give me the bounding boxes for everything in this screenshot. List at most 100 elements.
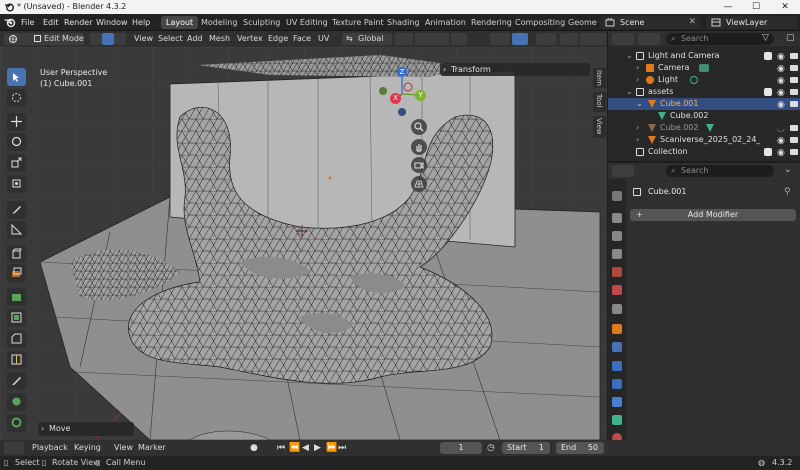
dropdown-icon[interactable]: ⌄ [784,165,792,175]
object-properties-tab[interactable] [612,324,622,334]
edge-select-button[interactable] [102,33,114,45]
tool-move[interactable] [7,113,26,131]
tool-inset[interactable] [7,309,26,327]
timeline-editor-type[interactable] [4,442,24,454]
chevron-right-icon[interactable]: › [636,74,639,86]
tab-sculpting[interactable]: Sculpting [238,16,285,29]
exclude-checkbox[interactable] [764,148,772,156]
jump-end-icon[interactable]: ⏭ [338,442,346,454]
render-camera-icon[interactable] [790,89,798,95]
light-data-icon[interactable] [690,76,698,84]
physics-properties-tab[interactable] [612,379,622,389]
outliner-search-input[interactable]: ⌕ Search [666,33,774,45]
render-camera-icon[interactable] [790,101,798,107]
jump-keyframe-forward-icon[interactable]: ⏩ [326,442,337,454]
scene-properties-tab[interactable] [612,267,622,277]
render-camera-icon[interactable] [790,149,798,155]
record-icon[interactable]: ● [250,442,258,454]
render-camera-icon[interactable] [790,77,798,83]
world-properties-tab[interactable] [612,285,622,295]
outliner-item[interactable]: Collection ◉ [608,146,800,158]
tab-uv-editing[interactable]: UV Editing [281,16,333,29]
pin-icon[interactable]: ⚲ [784,187,791,197]
view-layer-properties-tab[interactable] [612,249,622,259]
tab-tool[interactable]: Tool [593,92,606,112]
exclude-checkbox[interactable] [764,52,772,60]
menu-mesh[interactable]: Mesh [209,33,230,45]
outliner-item[interactable]: › Light ◉ [608,74,800,86]
menu-uv[interactable]: UV [318,33,329,45]
properties-search-input[interactable]: ⌕ Search [666,165,774,177]
new-collection-icon[interactable]: ▢ [786,33,795,43]
tool-poly-build[interactable] [7,393,26,411]
tab-geometry-nodes[interactable]: Geome [563,16,602,29]
play-icon[interactable]: ▶ [314,442,321,454]
gizmo-x-axis[interactable]: X [390,93,401,104]
tool-add-cube[interactable] [7,245,26,263]
menu-render[interactable]: Render [62,16,94,29]
3d-viewport[interactable]: Z X Y User Perspective (1) Cube.001 [0,47,607,440]
menu-window[interactable]: Window [94,16,130,29]
visibility-selector[interactable] [490,33,510,45]
gizmo-y-axis[interactable]: Y [415,90,426,101]
chevron-down-icon[interactable]: ⌄ [626,50,633,62]
chevron-down-icon[interactable]: ⌄ [636,98,643,110]
constraints-properties-tab[interactable] [612,397,622,407]
current-frame-field[interactable]: 1 [440,442,482,454]
menu-help[interactable]: Help [130,16,152,29]
tool-transform[interactable] [7,175,26,193]
menu-select[interactable]: Select [158,33,183,45]
outliner-item[interactable]: › Camera ◉ [608,62,800,74]
chevron-right-icon[interactable]: › [636,62,639,74]
filter-icon[interactable]: ▽ [762,33,769,43]
minimize-button[interactable]: — [714,0,742,14]
menu-file[interactable]: File [19,16,36,29]
pivot-selector[interactable] [395,33,413,45]
display-mode-selector[interactable] [638,33,660,45]
gizmo-toggle[interactable] [512,33,528,45]
tab-texture-paint[interactable]: Texture Paint [327,16,389,29]
render-properties-tab[interactable] [612,213,622,223]
tab-view[interactable]: View [593,116,606,138]
menu-marker[interactable]: Marker [138,442,166,454]
tool-bevel[interactable] [7,330,26,348]
menu-vertex[interactable]: Vertex [237,33,263,45]
xray-toggle[interactable] [560,33,578,45]
tool-select-box[interactable] [7,68,26,86]
tool-extrude-region[interactable] [7,288,26,306]
shading-selector[interactable] [580,33,606,45]
tool-rotate[interactable] [7,133,26,151]
tool-spin[interactable] [7,414,26,432]
proportional-editing-toggle[interactable] [451,33,467,45]
start-frame-field[interactable]: Start 1 [502,442,550,454]
outliner-item-selected[interactable]: ⌄ Cube.001 ◉ [608,98,800,110]
outliner-item[interactable]: Cube.002 [608,110,800,122]
particles-properties-tab[interactable] [612,361,622,371]
tab-item[interactable]: Item [593,68,606,88]
render-camera-icon[interactable] [790,53,798,59]
outliner-item[interactable]: › Cube.002 ◡ [608,122,800,134]
camera-data-icon[interactable] [699,64,709,72]
object-name-field[interactable]: Cube.001 [630,185,780,198]
menu-add[interactable]: Add [187,33,203,45]
chevron-down-icon[interactable]: ⌄ [626,86,633,98]
tool-annotate[interactable] [7,201,26,219]
blender-menu-icon[interactable] [4,17,16,28]
zoom-button[interactable] [411,119,427,135]
face-select-button[interactable] [114,33,126,45]
add-modifier-button[interactable]: + Add Modifier [630,209,796,221]
exclude-checkbox[interactable] [764,88,772,96]
collection-properties-tab[interactable] [612,304,622,314]
camera-view-button[interactable] [411,157,427,173]
menu-timeline-view[interactable]: View [114,442,133,454]
tool-scale[interactable] [7,154,26,172]
tab-animation[interactable]: Animation [420,16,471,29]
scene-selector[interactable]: Scene ✕ [600,16,700,29]
vertex-select-button[interactable] [90,33,102,45]
tab-shading[interactable]: Shading [382,16,425,29]
data-properties-tab[interactable] [612,415,622,425]
eye-icon[interactable]: ◉ [777,147,785,159]
chevron-right-icon[interactable]: › [636,122,639,134]
close-icon[interactable]: ✕ [688,16,696,29]
menu-face[interactable]: Face [293,33,311,45]
